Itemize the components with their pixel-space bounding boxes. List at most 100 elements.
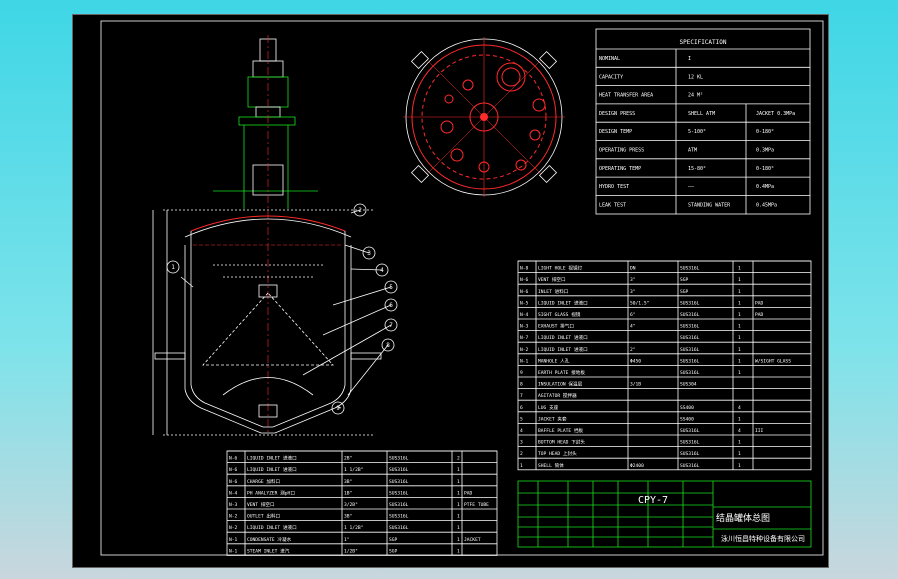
callout-number: 8 [386,342,390,349]
vessel-elevation-view [152,35,392,436]
table-row: N-6 CHARGE 加料口 3B" SUS316L 1 [229,478,460,485]
table-row: 5 JACKET 夹套 SS400 1 [520,415,741,422]
nozzle-table-left: N-6 LIQUID INLET 进液口 2B" SUS316L 2 N-6 LIQUID … [226,450,498,556]
item-note: W/SIGHT GLASS [755,358,791,364]
item-description: EARTH PLATE 接地板 [538,369,585,376]
item-material: SUS316L [680,312,700,318]
table-row: 1 SHELL 筒体 Φ2400 SUS316L 1 [520,462,741,469]
item-size: DN [630,266,636,272]
item-quantity: 4 [738,428,741,434]
item-note: PTFE TUBE [464,502,489,508]
item-number: N-8 [520,266,529,272]
table-row: 3 BOTTOM HEAD 下封头 SUS316L 1 [520,439,741,446]
item-quantity: 1 [738,451,741,457]
item-size: 1 1/2B" [344,525,363,531]
drawing-sheet: 1 2 3 4 5 6 7 8 9 SPECIFICATION NOMINAL I CAPACITY… [72,14,829,568]
nozzle-parts-table: N-8 LIGHT HOLE 视镜灯 DN SUS316L 1 N-6 VENT 排空口 3"… [517,260,812,471]
item-quantity: 1 [457,548,460,554]
item-description: STEAM INLET 进汽 [247,547,290,554]
table-row: N-6 VENT 排空口 3" SGP 1 [520,276,741,283]
item-size: 3/2B" [344,502,358,508]
item-note: PAD [755,312,764,318]
table-row: N-4 SIGHT GLASS 视镜 6" SUS316L 1 PAD [520,311,764,318]
item-number: 4 [520,428,523,434]
table-row: N-3 VENT 排空口 3/2B" SUS316L 1 PTFE TUBE [229,501,489,508]
item-material: SUS304 [680,382,697,388]
item-quantity: 1 [738,277,741,283]
item-description: BOTTOM HEAD 下封头 [538,439,585,446]
spec-label: CAPACITY [599,74,623,80]
table-row: N-7 LIQUID INLET 进液口 SUS316L 1 [520,334,741,341]
spec-label: DESIGN PRESS [599,111,635,117]
item-material: SUS316L [680,440,700,446]
spec-row: DESIGN TEMP 5-100° 0-180° [599,129,774,135]
drawing-canvas: 1 2 3 4 5 6 7 8 9 SPECIFICATION NOMINAL I CAPACITY… [100,20,824,556]
item-description: INLET 进料口 [538,288,569,295]
spec-value-jacket: 0-180° [756,166,774,172]
table-row: N-1 CONDENSATE 冷凝水 1" SGP 1 JACKET [229,536,481,543]
item-number: 8 [520,382,523,388]
item-material: SUS316L [680,463,700,469]
item-quantity: 1 [457,525,460,531]
spec-label: HYDRO TEST [599,184,629,190]
item-material: SUS316L [389,525,409,531]
table-row: N-8 LIGHT HOLE 视镜灯 DN SUS316L 1 [520,265,741,272]
item-number: 1 [520,463,523,469]
item-quantity: 1 [738,463,741,469]
item-material: SUS316L [389,502,409,508]
table-row: N-1 MANHOLE 人孔 Φ450 SUS316L 1 W/SIGHT GLASS [520,357,791,364]
item-quantity: 1 [738,312,741,318]
item-note: PAD [464,490,473,496]
callout-number: 7 [389,322,393,329]
spec-row: DESIGN PRESS SHELL ATM JACKET 0.3MPa [599,111,795,117]
item-size: 2B" [344,456,352,462]
item-description: SIGHT GLASS 视镜 [538,311,581,318]
item-number: 3 [520,440,523,446]
item-material: SUS316L [389,514,409,520]
item-quantity: 1 [457,514,460,520]
item-number: N-1 [229,548,238,554]
item-description: EXHAUST 排气口 [538,323,574,330]
item-description: PH ANALYZER 测pH口 [247,489,295,496]
spec-value-shell: 24 M² [688,93,703,99]
item-number: N-1 [520,358,529,364]
item-number: N-3 [229,502,238,508]
callout-number: 9 [336,405,340,412]
item-number: 2 [520,451,523,457]
item-number: N-4 [520,312,529,318]
table-row: N-5 LIQUID INLET 进液口 50/1.5" SUS316L 1 PAD [520,299,764,306]
item-size: 50/1.5" [630,300,649,306]
item-description: LIQUID INLET 进液口 [538,334,588,341]
item-material: SGP [389,537,398,543]
table-row: 7 AGITATOR 搅拌器 [520,392,577,399]
item-description: JACKET 夹套 [538,415,567,422]
item-number: N-6 [520,277,529,283]
item-size: 3B" [344,479,352,485]
drawing-number: CPY-7 [638,495,668,506]
spec-value-shell: —— [688,184,695,190]
item-size: Φ450 [630,358,641,364]
item-material: SUS316L [680,358,700,364]
item-description: TOP HEAD 上封头 [538,450,577,457]
item-material: SGP [680,277,689,283]
item-description: LIQUID INLET 进液口 [247,455,297,462]
item-description: INSULATION 保温层 [538,381,583,388]
item-quantity: 1 [738,358,741,364]
spec-value-jacket: 0.4MPa [756,184,774,190]
item-material: SGP [389,548,398,554]
item-quantity: 1 [738,335,741,341]
item-material: SUS316L [680,335,700,341]
callout-number: 4 [380,267,384,274]
spec-row: CAPACITY 12 KL [599,74,703,80]
spec-row: OPERATING TEMP 15-80° 0-180° [599,166,774,172]
callout-number: 2 [358,207,362,214]
vessel-plan-view [403,37,565,197]
item-quantity: 2 [457,456,460,462]
item-number: N-6 [520,289,529,295]
item-number: 5 [520,416,523,422]
item-quantity: 1 [738,347,741,353]
spec-label: HEAT TRANSFER AREA [599,93,653,99]
item-size: 6" [630,312,636,318]
item-description: LIGHT HOLE 视镜灯 [538,265,583,272]
table-row: 2 TOP HEAD 上封头 SUS316L 1 [520,450,741,457]
